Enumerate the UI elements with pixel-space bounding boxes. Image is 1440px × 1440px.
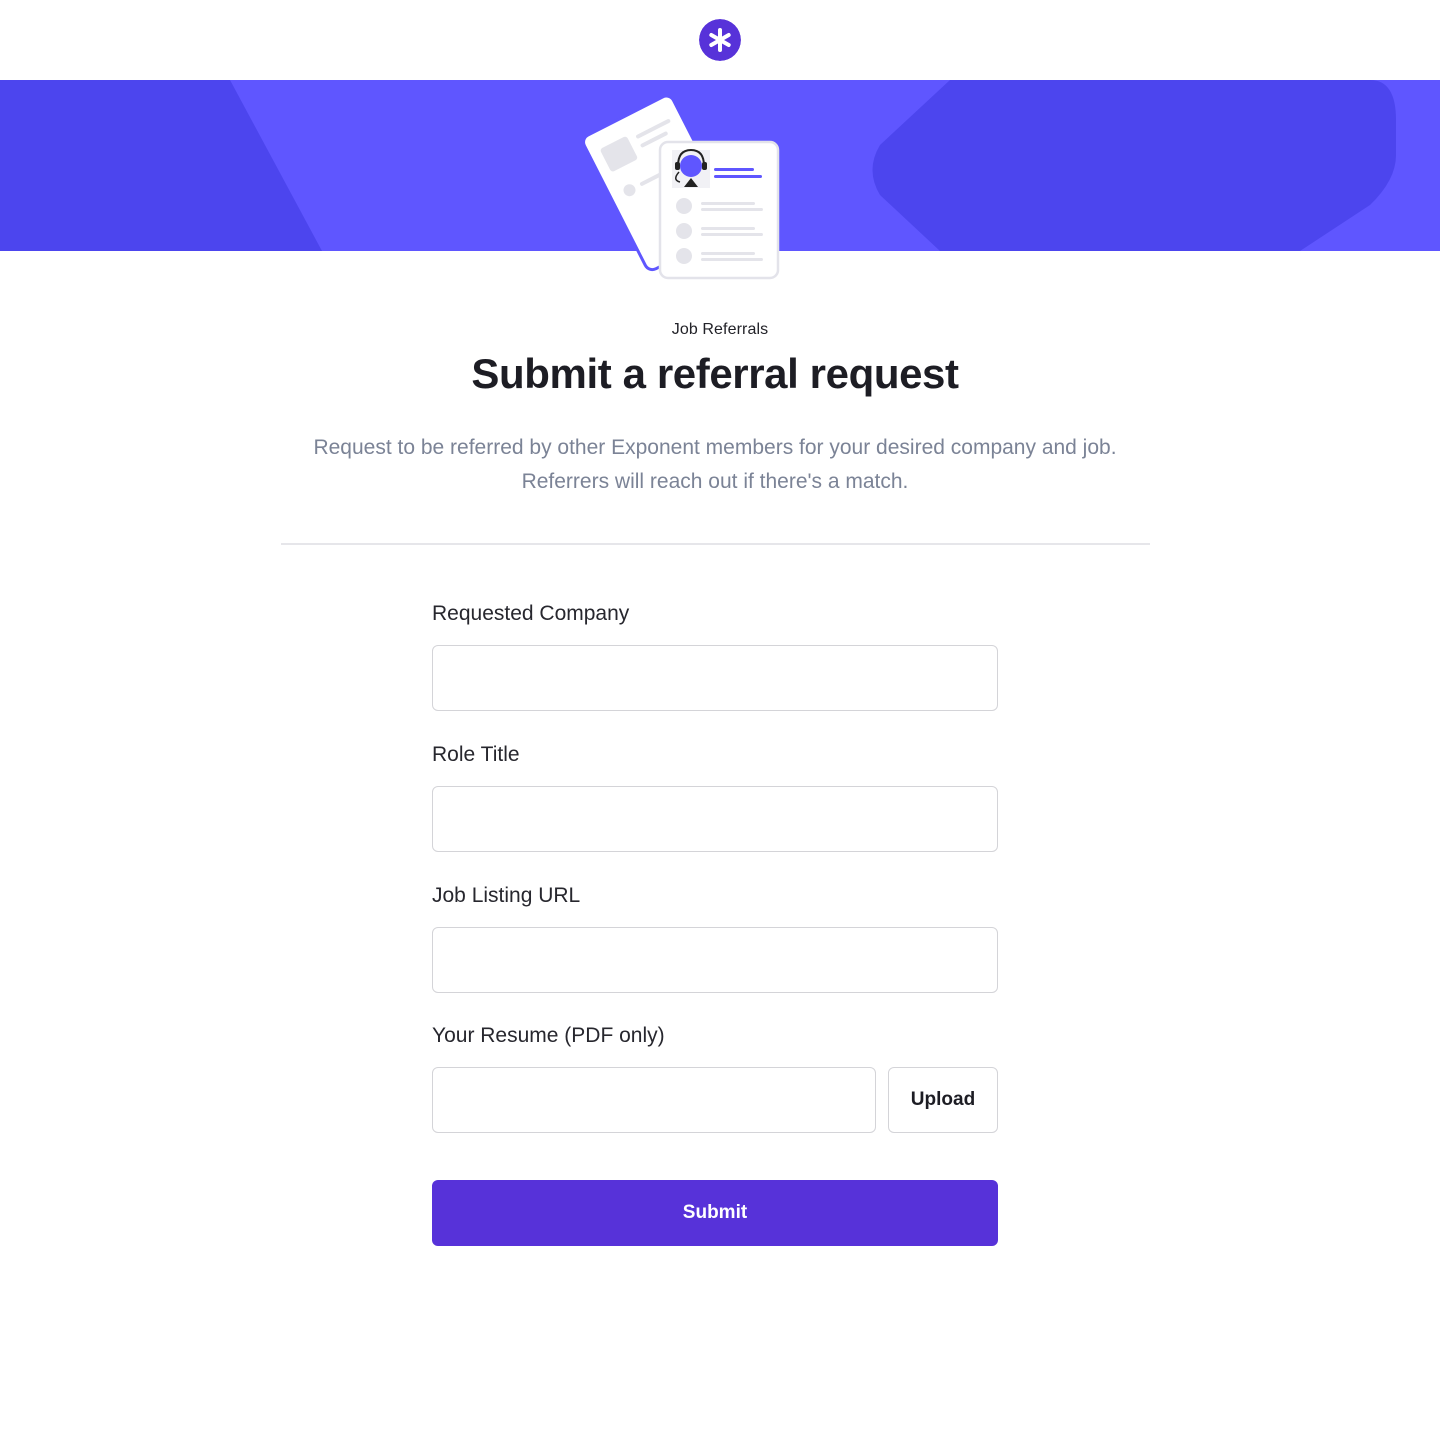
role-title-label: Role Title [432, 743, 520, 766]
top-bar [0, 0, 1440, 80]
asterisk-logo-icon[interactable] [699, 19, 741, 61]
resume-label: Your Resume (PDF only) [432, 1024, 665, 1047]
job-listing-url-label: Job Listing URL [432, 884, 581, 907]
page-subtitle: Request to be referred by other Exponent… [270, 431, 1160, 499]
subtitle-line-2: Referrers will reach out if there's a ma… [521, 470, 909, 493]
role-title-input[interactable] [432, 786, 998, 852]
section-eyebrow: Job Referrals [671, 321, 769, 338]
requested-company-input[interactable] [432, 645, 998, 711]
submit-button[interactable]: Submit [432, 1180, 998, 1246]
referral-cards-illustration [582, 94, 780, 280]
section-divider [281, 543, 1150, 545]
upload-resume-button[interactable]: Upload [888, 1067, 998, 1133]
resume-file-input[interactable] [432, 1067, 876, 1133]
page-title: Submit a referral request [471, 350, 959, 397]
subtitle-line-1: Request to be referred by other Exponent… [313, 436, 1117, 459]
requested-company-label: Requested Company [432, 602, 630, 625]
job-listing-url-input[interactable] [432, 927, 998, 993]
